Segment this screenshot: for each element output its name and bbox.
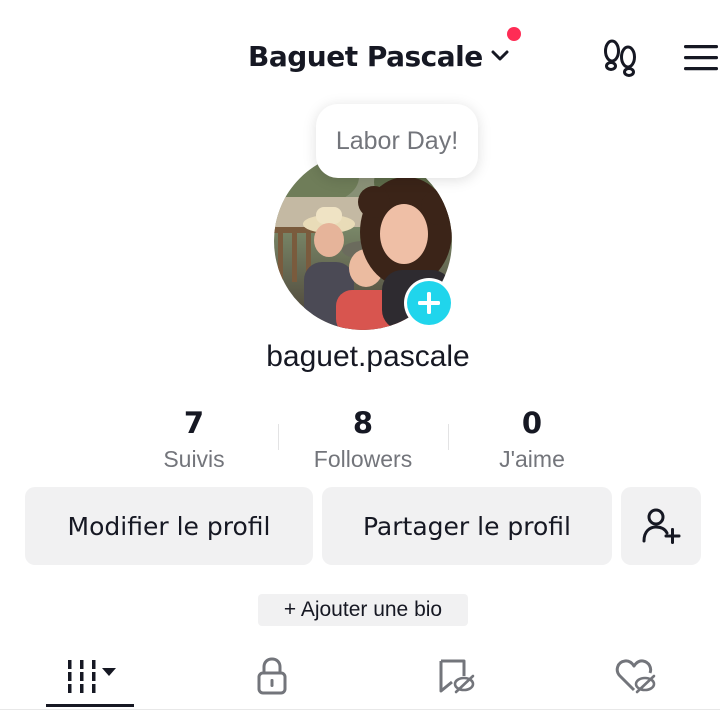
plus-icon (407, 281, 451, 325)
account-switcher[interactable]: Baguet Pascale (248, 36, 511, 76)
following-label: Suivis (163, 446, 225, 472)
tab-liked[interactable] (596, 646, 676, 706)
active-tab-indicator (46, 704, 134, 707)
likes-count: 0 (521, 406, 543, 440)
profile-header: Baguet Pascale (0, 0, 720, 100)
edit-profile-button[interactable]: Modifier le profil (25, 487, 313, 565)
followers-label: Followers (313, 446, 413, 472)
following-count: 7 (183, 406, 205, 440)
add-bio-button[interactable]: + Ajouter une bio (258, 594, 468, 626)
stat-followers[interactable]: 8 Followers (278, 404, 448, 473)
lock-icon (257, 657, 287, 695)
tab-private[interactable] (232, 646, 312, 706)
profile-note-text: Labor Day! (335, 126, 459, 155)
followers-count: 8 (352, 406, 374, 440)
divider (0, 709, 720, 710)
tab-saved[interactable] (416, 646, 496, 706)
stat-following[interactable]: 7 Suivis (109, 404, 279, 473)
saved-hidden-icon (439, 659, 475, 694)
profile-note-bubble[interactable]: Labor Day! (316, 104, 478, 178)
footprints-icon[interactable] (598, 36, 642, 80)
liked-hidden-icon (615, 659, 656, 694)
share-profile-button[interactable]: Partager le profil (322, 487, 612, 565)
tab-videos[interactable] (46, 646, 134, 706)
chevron-down-icon (491, 50, 509, 61)
stat-likes[interactable]: 0 J'aime (447, 404, 617, 473)
add-friend-icon (642, 508, 681, 544)
account-name: Baguet Pascale (248, 39, 483, 73)
grid-videos-icon (68, 660, 116, 693)
hamburger-menu-icon[interactable] (680, 38, 720, 78)
notification-dot (507, 27, 521, 41)
add-avatar-button[interactable] (404, 278, 454, 328)
username: baguet.pascale (266, 340, 470, 373)
likes-label: J'aime (499, 446, 565, 472)
add-friend-button[interactable] (621, 487, 701, 565)
